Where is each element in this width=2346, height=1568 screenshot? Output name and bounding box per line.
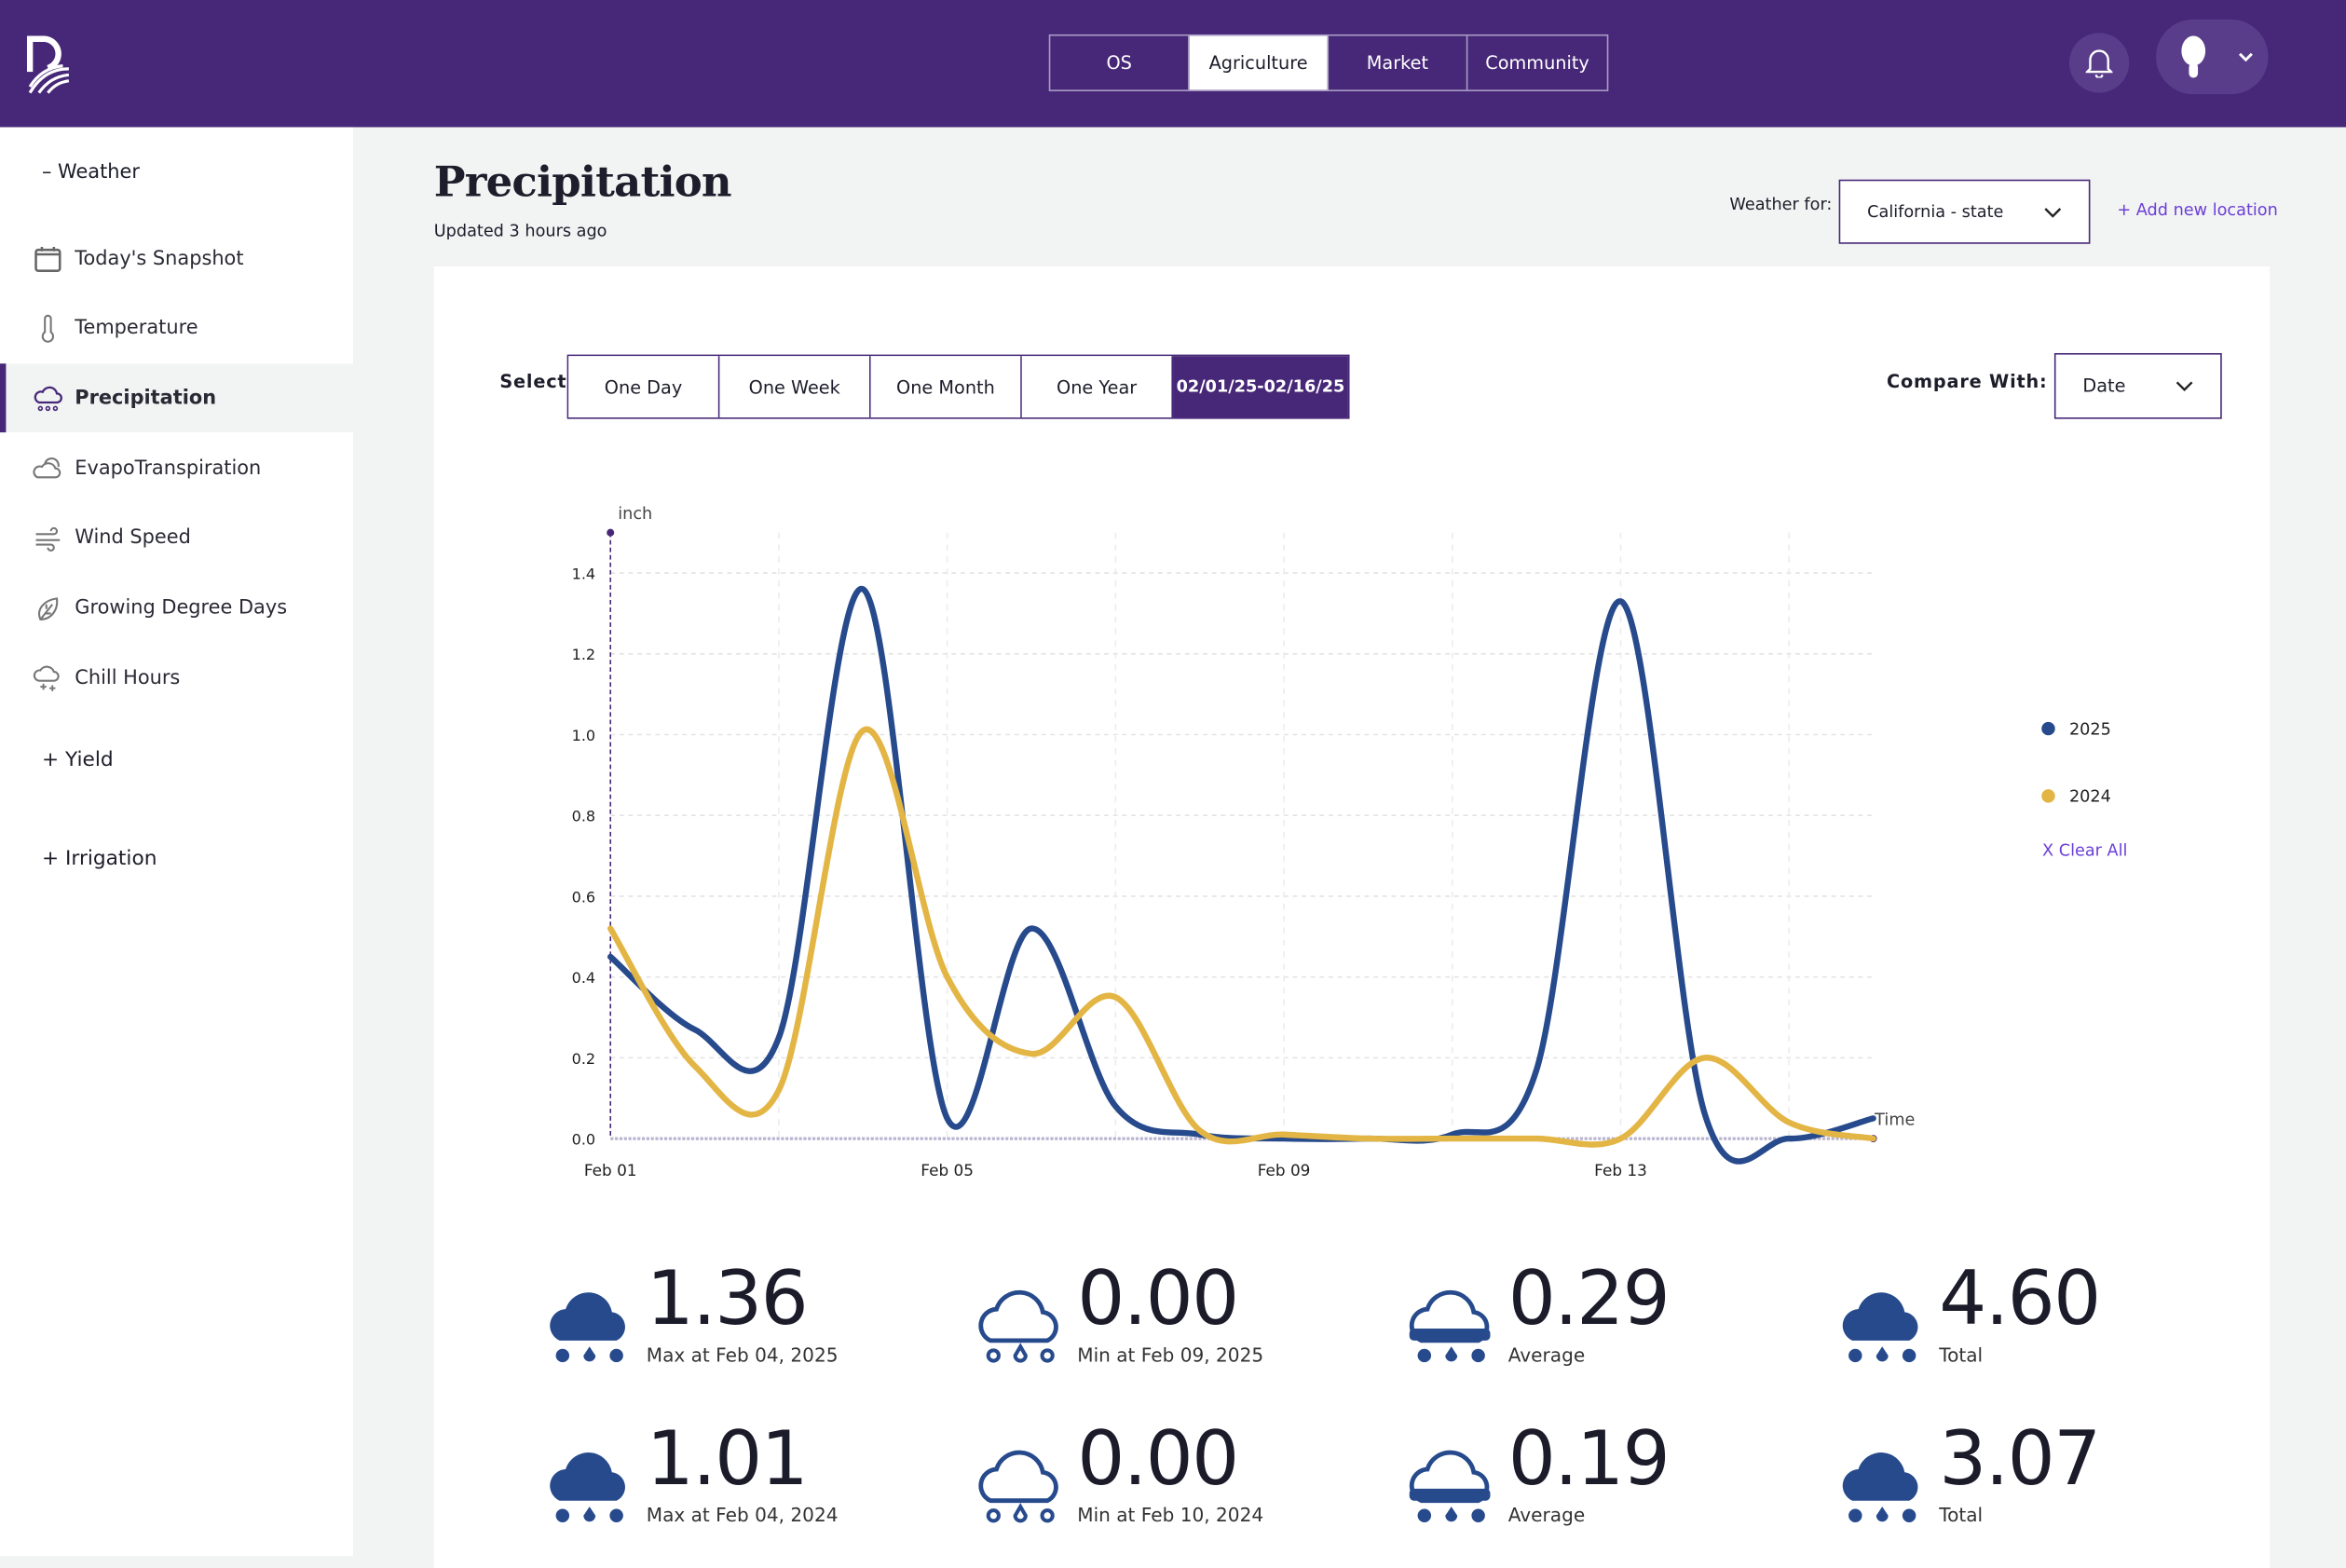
y-tick-label: 1.2 — [572, 646, 596, 663]
rain-cloud-max-icon — [550, 1292, 625, 1363]
x-tick-label: Feb 01 — [584, 1161, 637, 1179]
stat-max: 3.07 Total — [1837, 1417, 2257, 1534]
rain-cloud-avg-icon — [1409, 1289, 1491, 1363]
legend-label[interactable]: 2025 — [2069, 720, 2111, 739]
y-tick-label: 0.0 — [572, 1131, 596, 1149]
y-tick-label: 0.8 — [572, 808, 596, 825]
stat-avg: 0.19 Average — [1407, 1417, 1826, 1534]
clear-all-link[interactable]: X Clear All — [2042, 842, 2127, 861]
y-tick-label: 0.6 — [572, 888, 596, 906]
stat-value: 4.60 — [1939, 1255, 2101, 1343]
stat-max: 4.60 Total — [1837, 1257, 2257, 1373]
rain-cloud-max-icon — [1842, 1292, 1918, 1363]
stat-value: 0.29 — [1507, 1255, 1671, 1343]
stat-label: Min at Feb 09, 2025 — [1077, 1343, 1264, 1367]
stat-value: 0.00 — [1077, 1415, 1239, 1503]
rain-cloud-max-icon — [550, 1452, 625, 1523]
legend-dot-2024 — [2041, 789, 2055, 803]
rain-cloud-avg-icon — [1409, 1450, 1491, 1523]
stat-value: 1.01 — [646, 1415, 809, 1503]
y-axis-label: inch — [618, 505, 652, 524]
y-tick-label: 1.4 — [572, 565, 596, 582]
stat-label: Max at Feb 04, 2025 — [646, 1343, 839, 1367]
x-tick-label: Feb 13 — [1594, 1161, 1647, 1179]
stat-value: 0.00 — [1077, 1255, 1239, 1343]
stat-max: 1.01 Max at Feb 04, 2024 — [545, 1417, 964, 1534]
series-line-2025 — [607, 586, 1876, 1165]
stat-label: Max at Feb 04, 2024 — [646, 1503, 839, 1527]
stat-label: Total — [1939, 1343, 1984, 1367]
stat-label: Average — [1507, 1503, 1586, 1527]
legend-dot-2025 — [2041, 721, 2055, 736]
stat-value: 3.07 — [1939, 1415, 2101, 1503]
legend-label[interactable]: 2024 — [2069, 788, 2111, 807]
stat-min: 0.00 Min at Feb 09, 2025 — [975, 1257, 1395, 1373]
stat-value: 1.36 — [646, 1255, 809, 1343]
y-axis-end-dot — [607, 528, 615, 537]
x-axis-label: Time — [1874, 1111, 1915, 1130]
stat-max: 1.36 Max at Feb 04, 2025 — [545, 1257, 964, 1373]
stat-label: Min at Feb 10, 2024 — [1077, 1503, 1264, 1527]
rain-cloud-min-icon — [978, 1450, 1058, 1523]
y-tick-label: 0.4 — [572, 969, 596, 987]
stat-label: Total — [1939, 1503, 1984, 1527]
rain-cloud-max-icon — [1842, 1452, 1918, 1523]
x-tick-label: Feb 05 — [921, 1161, 974, 1179]
x-tick-label: Feb 09 — [1258, 1161, 1311, 1179]
y-tick-label: 1.0 — [572, 727, 596, 744]
stat-min: 0.00 Min at Feb 10, 2024 — [975, 1417, 1395, 1534]
rain-cloud-min-icon — [978, 1289, 1058, 1363]
stat-label: Average — [1507, 1343, 1586, 1367]
y-tick-label: 0.2 — [572, 1050, 596, 1068]
stat-avg: 0.29 Average — [1407, 1257, 1826, 1373]
stat-value: 0.19 — [1507, 1415, 1671, 1503]
